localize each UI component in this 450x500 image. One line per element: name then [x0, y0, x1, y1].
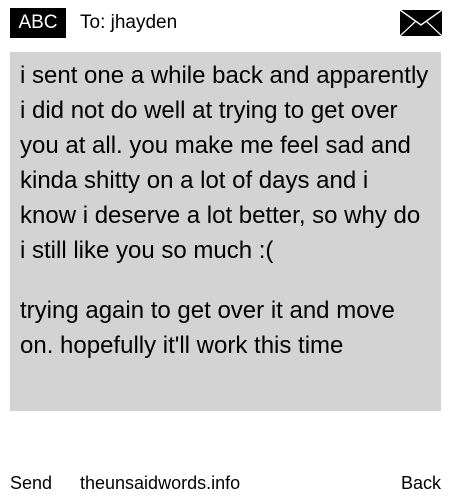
message-text-overlap: trying again to get over it and move on.… [20, 297, 395, 359]
message-body[interactable]: i sent one a while back and apparently i… [10, 52, 441, 411]
site-link[interactable]: theunsaidwords.info [80, 471, 240, 495]
send-button[interactable]: Send [10, 471, 52, 495]
envelope-icon [400, 10, 442, 36]
message-text: i sent one a while back and apparently i… [20, 62, 429, 264]
recipient-label: To: jhayden [80, 12, 178, 33]
back-button[interactable]: Back [401, 471, 441, 495]
input-mode-badge: ABC [10, 8, 66, 38]
